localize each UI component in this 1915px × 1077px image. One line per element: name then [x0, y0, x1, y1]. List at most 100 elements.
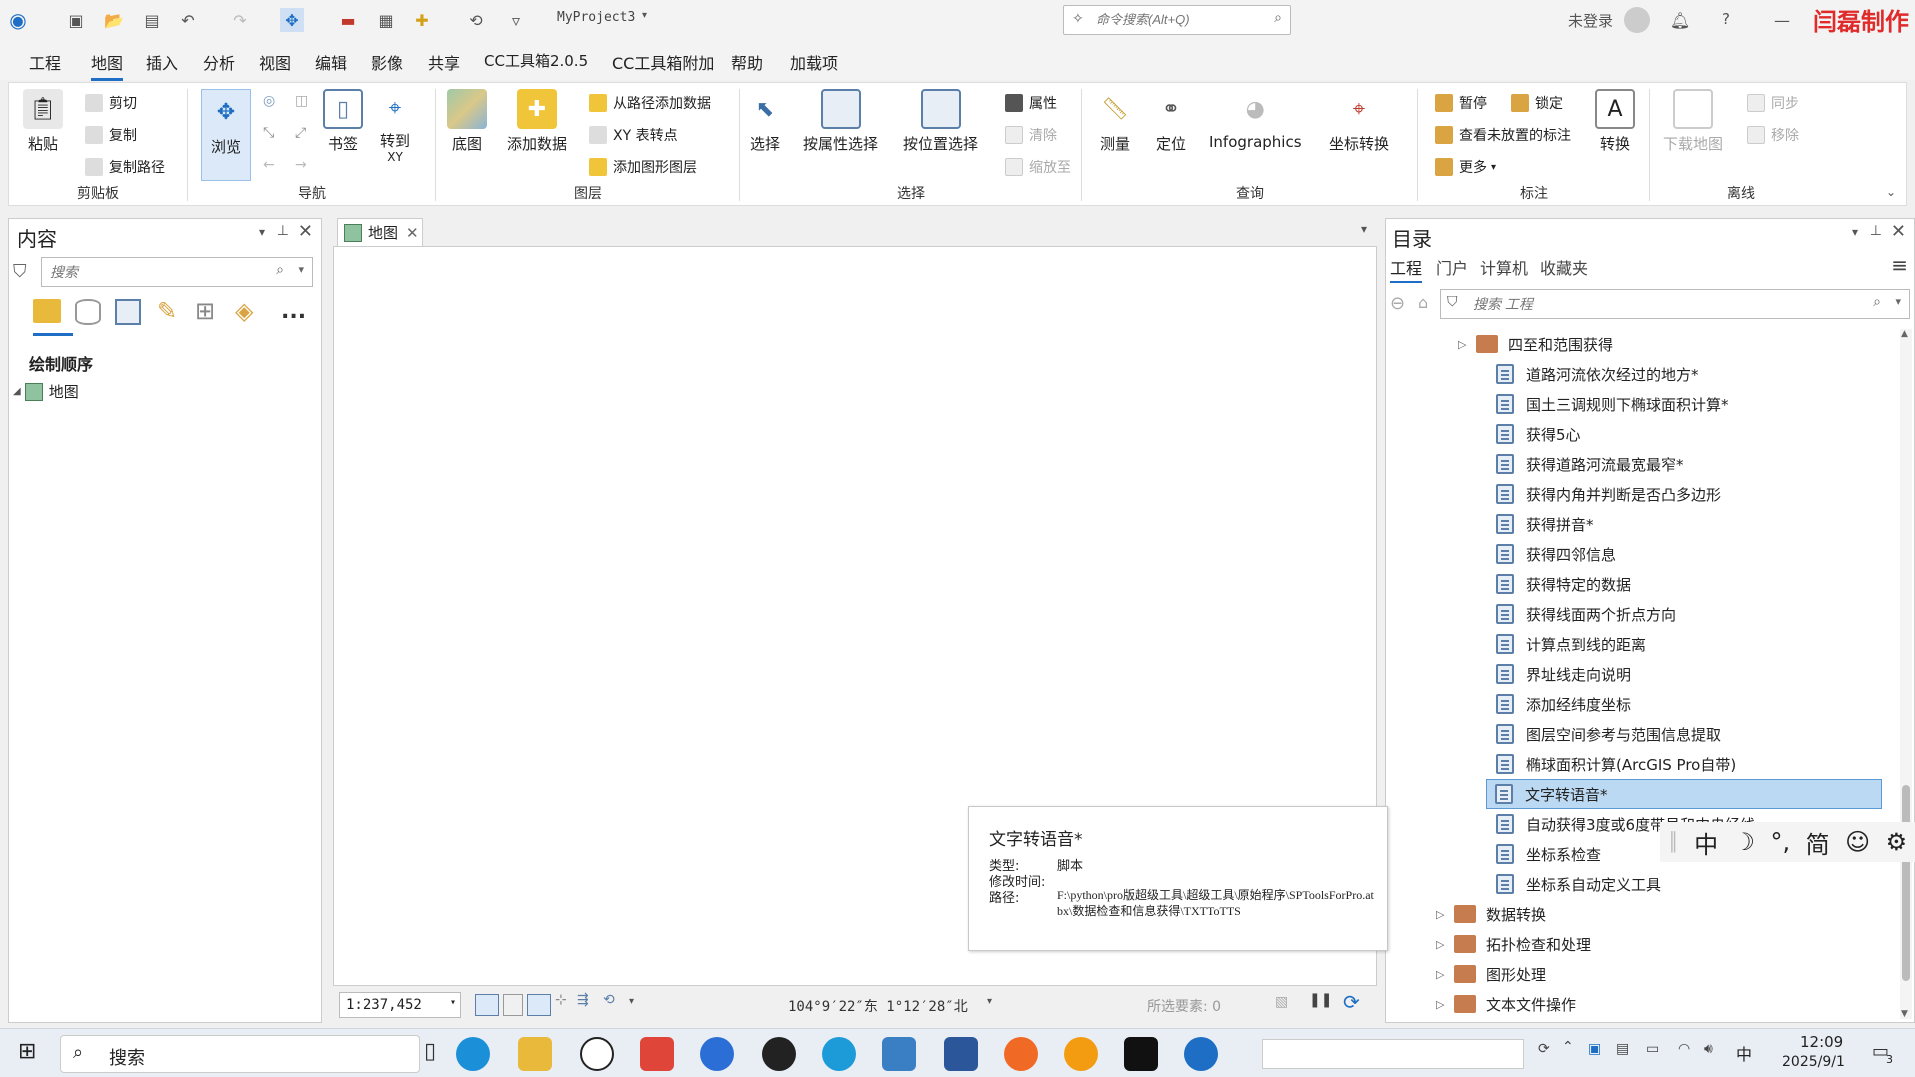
lock-labels-button[interactable]: 锁定: [1511, 93, 1563, 113]
tab-project[interactable]: 工程: [29, 50, 61, 74]
script-item[interactable]: 获得道路河流最宽最窄*: [1496, 449, 1684, 479]
pin-icon[interactable]: ⊥: [277, 223, 289, 239]
command-search-input[interactable]: [1096, 12, 1256, 27]
tab-share[interactable]: 共享: [428, 50, 460, 74]
pane-options-icon[interactable]: ▾: [1852, 225, 1858, 239]
back-icon[interactable]: ←: [263, 157, 275, 173]
ime-punctuation-icon[interactable]: °,: [1771, 828, 1791, 856]
tab-insert[interactable]: 插入: [146, 50, 178, 74]
map-tree-item[interactable]: ◢ 地图: [13, 381, 79, 402]
more-options-button[interactable]: ...: [281, 299, 306, 324]
ime-moon-icon[interactable]: ☽: [1734, 828, 1756, 856]
tab-view[interactable]: 视图: [259, 50, 291, 74]
toolbox-item[interactable]: ▷ 四至和范围获得: [1458, 329, 1613, 359]
infographics-button[interactable]: ◕ Infographics: [1209, 89, 1302, 152]
add-graphics-layer-button[interactable]: 添加图形图层: [589, 157, 697, 177]
tab-project[interactable]: 工程: [1390, 255, 1423, 283]
expand-arrow-icon[interactable]: ▷: [1436, 908, 1450, 921]
pause-drawing-icon[interactable]: ❚❚: [1309, 992, 1332, 1008]
close-icon[interactable]: ✕: [1891, 221, 1906, 242]
undo-icon[interactable]: ↶: [176, 8, 200, 32]
goto-xy-button[interactable]: ⌖ 转到 XY: [375, 89, 415, 165]
copy-path-button[interactable]: 复制路径: [85, 157, 165, 177]
ime-simplified-mode[interactable]: 简: [1806, 825, 1830, 860]
project-name[interactable]: MyProject3: [557, 10, 635, 25]
firefox-icon[interactable]: [1004, 1037, 1038, 1071]
rotate-icon[interactable]: ⟲: [603, 992, 615, 1008]
forward-icon[interactable]: →: [295, 157, 307, 173]
command-search[interactable]: ✧ ⌕: [1063, 5, 1291, 35]
tab-cc-addon[interactable]: CC工具箱附加: [612, 50, 714, 74]
help-button[interactable]: ?: [1722, 10, 1730, 28]
taskbar-address-box[interactable]: [1262, 1039, 1524, 1069]
search-everything-icon[interactable]: [1064, 1037, 1098, 1071]
basemap-button[interactable]: 底图: [447, 89, 487, 154]
tab-map[interactable]: 地图: [91, 50, 124, 81]
chevron-down-icon[interactable]: ▾: [987, 996, 992, 1007]
tab-portal[interactable]: 门户: [1436, 255, 1468, 279]
script-item[interactable]: 获得四邻信息: [1496, 539, 1616, 569]
script-item[interactable]: 坐标系自动定义工具: [1496, 869, 1661, 899]
open-project-icon[interactable]: 📂: [102, 8, 126, 32]
add-data-icon[interactable]: ✚: [410, 8, 434, 32]
wps-icon[interactable]: [640, 1037, 674, 1071]
pin-icon[interactable]: ⊥: [1870, 223, 1882, 239]
ime-drag-handle[interactable]: ║: [1668, 832, 1679, 853]
volume-icon[interactable]: 🔊︎: [1704, 1041, 1713, 1057]
expand-arrow-icon[interactable]: ▷: [1436, 968, 1450, 981]
sync-button[interactable]: 同步: [1747, 93, 1799, 113]
list-by-source-icon[interactable]: [75, 299, 101, 325]
zoom-in-fixed-icon[interactable]: ⤡: [263, 125, 274, 141]
catalog-search-input[interactable]: [1473, 296, 1833, 312]
zoom-to-button[interactable]: 缩放至: [1005, 157, 1071, 177]
tab-cc-toolbox[interactable]: CC工具箱2.0.5: [484, 50, 588, 71]
chevron-down-icon[interactable]: ▾: [629, 996, 634, 1007]
correction-icon[interactable]: ⇶: [577, 992, 589, 1008]
history-icon[interactable]: ⟲: [464, 8, 488, 32]
script-item[interactable]: 椭球面积计算(ArcGIS Pro自带): [1496, 749, 1736, 779]
windows-start-icon[interactable]: ⊞: [18, 1039, 36, 1064]
panda-app-icon[interactable]: [580, 1037, 614, 1071]
select-button[interactable]: ⬉ 选择: [745, 89, 785, 154]
script-item[interactable]: 道路河流依次经过的地方*: [1496, 359, 1699, 389]
edge-browser-icon[interactable]: [456, 1037, 490, 1071]
toolbox-item[interactable]: ▷ 图形处理: [1436, 959, 1546, 989]
remove-button[interactable]: 移除: [1747, 125, 1799, 145]
pane-options-icon[interactable]: ▾: [259, 225, 265, 239]
tray-expand-icon[interactable]: ⌃: [1562, 1039, 1574, 1055]
refresh-icon[interactable]: ⟳: [1343, 990, 1360, 1014]
add-data-button[interactable]: ✚ 添加数据: [507, 89, 567, 154]
tab-imagery[interactable]: 影像: [371, 50, 403, 74]
more-labels-button[interactable]: 更多 ▾: [1435, 157, 1496, 177]
script-item[interactable]: 获得特定的数据: [1496, 569, 1631, 599]
attributes-button[interactable]: 属性: [1005, 93, 1057, 113]
list-by-drawing-order-icon[interactable]: [33, 299, 61, 323]
arcgis-pro-icon[interactable]: [1184, 1037, 1218, 1071]
script-item[interactable]: 获得内角并判断是否凸多边形: [1496, 479, 1721, 509]
filter-icon[interactable]: ⛉: [13, 261, 27, 282]
close-icon[interactable]: ✕: [298, 221, 313, 242]
tab-map-view[interactable]: 地图 ✕: [337, 218, 423, 246]
fixed-zoom-icon[interactable]: [475, 994, 499, 1016]
tray-display-icon[interactable]: ▤: [1616, 1041, 1629, 1057]
explore-tool-icon[interactable]: ✥: [280, 8, 304, 32]
customize-qa-icon[interactable]: ▿: [504, 8, 528, 32]
expand-arrow-icon[interactable]: ◢: [13, 386, 21, 397]
tab-help[interactable]: 帮助: [731, 50, 763, 74]
convert-button[interactable]: A 转换: [1595, 89, 1635, 154]
full-extent-icon[interactable]: ◎: [263, 93, 275, 109]
tab-edit[interactable]: 编辑: [315, 50, 347, 74]
clock-date[interactable]: 2025/9/1: [1782, 1054, 1845, 1070]
script-item[interactable]: 界址线走向说明: [1496, 659, 1631, 689]
locate-button[interactable]: ⚭ 定位: [1151, 89, 1191, 154]
chevron-down-icon[interactable]: ▾: [298, 263, 304, 276]
calculator-icon[interactable]: [882, 1037, 916, 1071]
select-by-attribute-button[interactable]: 按属性选择: [803, 89, 878, 154]
xy-to-point-button[interactable]: XY 表转点: [589, 125, 678, 145]
toolbox-icon[interactable]: ▬: [336, 8, 360, 32]
terminal-icon[interactable]: [1124, 1037, 1158, 1071]
ime-emoji-icon[interactable]: ☺: [1845, 828, 1870, 856]
script-item[interactable]: 添加经纬度坐标: [1496, 689, 1631, 719]
taskbar-search[interactable]: ⌕ 搜索: [60, 1035, 420, 1073]
expand-arrow-icon[interactable]: ▷: [1436, 938, 1450, 951]
